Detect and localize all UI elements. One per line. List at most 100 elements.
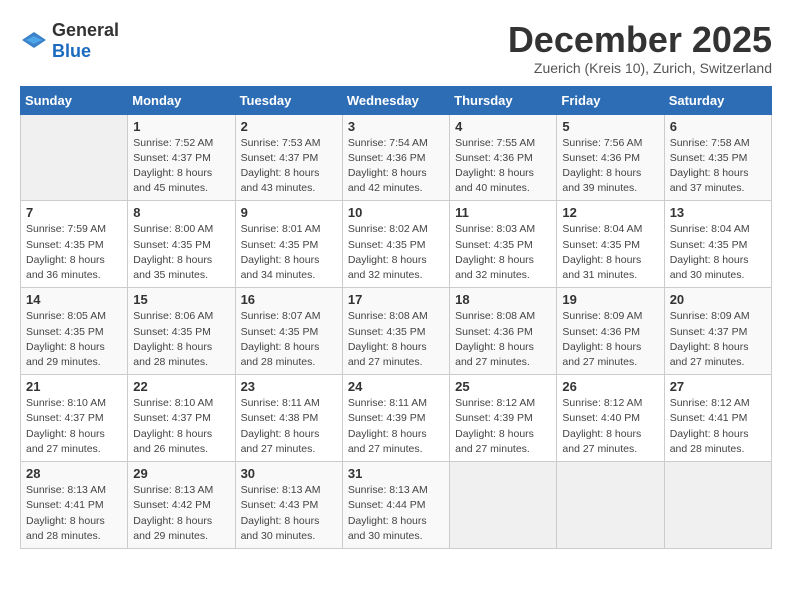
weekday-header-monday: Monday [128,86,235,114]
calendar-cell: 19Sunrise: 8:09 AM Sunset: 4:36 PM Dayli… [557,288,664,375]
day-number: 21 [26,379,122,394]
day-info: Sunrise: 8:00 AM Sunset: 4:35 PM Dayligh… [133,222,229,283]
day-number: 16 [241,292,337,307]
calendar-week-1: 1Sunrise: 7:52 AM Sunset: 4:37 PM Daylig… [21,114,772,201]
day-info: Sunrise: 7:56 AM Sunset: 4:36 PM Dayligh… [562,136,658,197]
day-info: Sunrise: 8:12 AM Sunset: 4:40 PM Dayligh… [562,396,658,457]
day-number: 24 [348,379,444,394]
calendar-cell: 28 Sunrise: 8:13 AM Sunset: 4:41 PM Dayli… [21,462,128,549]
calendar-week-2: 7 Sunrise: 7:59 AM Sunset: 4:35 PM Daylig… [21,201,772,288]
calendar-cell: 8 Sunrise: 8:00 AM Sunset: 4:35 PM Daylig… [128,201,235,288]
calendar-cell: 3Sunrise: 7:54 AM Sunset: 4:36 PM Daylig… [342,114,449,201]
calendar-cell: 1Sunrise: 7:52 AM Sunset: 4:37 PM Daylig… [128,114,235,201]
calendar-table: SundayMondayTuesdayWednesdayThursdayFrid… [20,86,772,549]
day-info: Sunrise: 8:12 AM Sunset: 4:39 PM Dayligh… [455,396,551,457]
logo-general: General [52,20,119,40]
day-number: 31 [348,466,444,481]
calendar-cell: 12 Sunrise: 8:04 AM Sunset: 4:35 PM Dayli… [557,201,664,288]
day-number: 13 [670,205,766,220]
day-info: Sunrise: 8:10 AM Sunset: 4:37 PM Dayligh… [133,396,229,457]
day-info: Sunrise: 8:12 AM Sunset: 4:41 PM Dayligh… [670,396,766,457]
day-info: Sunrise: 8:08 AM Sunset: 4:36 PM Dayligh… [455,309,551,370]
location-title: Zuerich (Kreis 10), Zurich, Switzerland [508,60,772,76]
day-number: 25 [455,379,551,394]
calendar-week-5: 28 Sunrise: 8:13 AM Sunset: 4:41 PM Dayli… [21,462,772,549]
calendar-cell: 17Sunrise: 8:08 AM Sunset: 4:35 PM Dayli… [342,288,449,375]
day-number: 22 [133,379,229,394]
calendar-cell: 13 Sunrise: 8:04 AM Sunset: 4:35 PM Dayli… [664,201,771,288]
day-number: 4 [455,119,551,134]
calendar-week-3: 14 Sunrise: 8:05 AM Sunset: 4:35 PM Dayli… [21,288,772,375]
day-info: Sunrise: 7:58 AM Sunset: 4:35 PM Dayligh… [670,136,766,197]
day-number: 8 [133,205,229,220]
day-number: 14 [26,292,122,307]
day-info: Sunrise: 8:11 AM Sunset: 4:38 PM Dayligh… [241,396,337,457]
day-number: 26 [562,379,658,394]
day-info: Sunrise: 8:09 AM Sunset: 4:37 PM Dayligh… [670,309,766,370]
weekday-header-wednesday: Wednesday [342,86,449,114]
day-info: Sunrise: 8:11 AM Sunset: 4:39 PM Dayligh… [348,396,444,457]
calendar-cell: 24 Sunrise: 8:11 AM Sunset: 4:39 PM Dayli… [342,375,449,462]
day-number: 6 [670,119,766,134]
calendar-cell: 26 Sunrise: 8:12 AM Sunset: 4:40 PM Dayli… [557,375,664,462]
weekday-header-row: SundayMondayTuesdayWednesdayThursdayFrid… [21,86,772,114]
day-number: 1 [133,119,229,134]
calendar-cell: 20 Sunrise: 8:09 AM Sunset: 4:37 PM Dayli… [664,288,771,375]
calendar-cell: 16 Sunrise: 8:07 AM Sunset: 4:35 PM Dayli… [235,288,342,375]
calendar-cell [21,114,128,201]
day-info: Sunrise: 7:59 AM Sunset: 4:35 PM Dayligh… [26,222,122,283]
day-info: Sunrise: 8:07 AM Sunset: 4:35 PM Dayligh… [241,309,337,370]
day-number: 2 [241,119,337,134]
day-number: 15 [133,292,229,307]
calendar-week-4: 21 Sunrise: 8:10 AM Sunset: 4:37 PM Dayli… [21,375,772,462]
logo-icon [20,30,48,52]
weekday-header-tuesday: Tuesday [235,86,342,114]
calendar-cell: 27Sunrise: 8:12 AM Sunset: 4:41 PM Dayli… [664,375,771,462]
calendar-cell: 2 Sunrise: 7:53 AM Sunset: 4:37 PM Daylig… [235,114,342,201]
calendar-cell: 11Sunrise: 8:03 AM Sunset: 4:35 PM Dayli… [450,201,557,288]
day-number: 5 [562,119,658,134]
day-info: Sunrise: 8:02 AM Sunset: 4:35 PM Dayligh… [348,222,444,283]
day-number: 3 [348,119,444,134]
day-number: 19 [562,292,658,307]
calendar-cell: 31 Sunrise: 8:13 AM Sunset: 4:44 PM Dayli… [342,462,449,549]
day-number: 10 [348,205,444,220]
calendar-cell: 18 Sunrise: 8:08 AM Sunset: 4:36 PM Dayli… [450,288,557,375]
logo-blue: Blue [52,41,91,61]
calendar-cell: 7 Sunrise: 7:59 AM Sunset: 4:35 PM Daylig… [21,201,128,288]
day-info: Sunrise: 8:04 AM Sunset: 4:35 PM Dayligh… [670,222,766,283]
weekday-header-sunday: Sunday [21,86,128,114]
day-number: 30 [241,466,337,481]
day-number: 9 [241,205,337,220]
day-info: Sunrise: 8:03 AM Sunset: 4:35 PM Dayligh… [455,222,551,283]
calendar-cell: 21 Sunrise: 8:10 AM Sunset: 4:37 PM Dayli… [21,375,128,462]
weekday-header-thursday: Thursday [450,86,557,114]
day-info: Sunrise: 7:53 AM Sunset: 4:37 PM Dayligh… [241,136,337,197]
day-info: Sunrise: 8:13 AM Sunset: 4:41 PM Dayligh… [26,483,122,544]
calendar-cell: 30Sunrise: 8:13 AM Sunset: 4:43 PM Dayli… [235,462,342,549]
day-number: 28 [26,466,122,481]
day-info: Sunrise: 8:06 AM Sunset: 4:35 PM Dayligh… [133,309,229,370]
calendar-cell: 4 Sunrise: 7:55 AM Sunset: 4:36 PM Daylig… [450,114,557,201]
calendar-cell [557,462,664,549]
day-number: 23 [241,379,337,394]
day-info: Sunrise: 8:01 AM Sunset: 4:35 PM Dayligh… [241,222,337,283]
weekday-header-friday: Friday [557,86,664,114]
calendar-cell: 29Sunrise: 8:13 AM Sunset: 4:42 PM Dayli… [128,462,235,549]
day-number: 7 [26,205,122,220]
day-number: 20 [670,292,766,307]
day-info: Sunrise: 7:55 AM Sunset: 4:36 PM Dayligh… [455,136,551,197]
day-info: Sunrise: 8:10 AM Sunset: 4:37 PM Dayligh… [26,396,122,457]
day-info: Sunrise: 8:05 AM Sunset: 4:35 PM Dayligh… [26,309,122,370]
day-info: Sunrise: 8:13 AM Sunset: 4:44 PM Dayligh… [348,483,444,544]
calendar-cell: 10 Sunrise: 8:02 AM Sunset: 4:35 PM Dayli… [342,201,449,288]
day-info: Sunrise: 8:04 AM Sunset: 4:35 PM Dayligh… [562,222,658,283]
logo: General Blue [20,20,119,62]
calendar-cell [664,462,771,549]
day-number: 18 [455,292,551,307]
day-number: 12 [562,205,658,220]
day-number: 17 [348,292,444,307]
calendar-cell: 5 Sunrise: 7:56 AM Sunset: 4:36 PM Daylig… [557,114,664,201]
calendar-cell: 25 Sunrise: 8:12 AM Sunset: 4:39 PM Dayli… [450,375,557,462]
calendar-cell: 23 Sunrise: 8:11 AM Sunset: 4:38 PM Dayli… [235,375,342,462]
